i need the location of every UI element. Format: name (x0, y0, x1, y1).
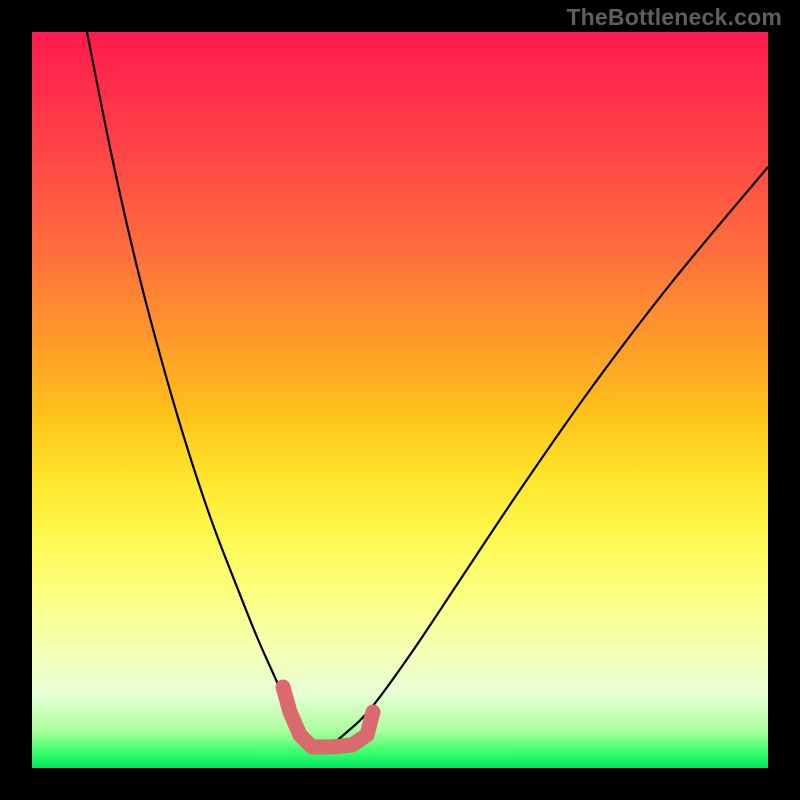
watermark-text: TheBottleneck.com (566, 4, 782, 31)
optimal-marker (283, 687, 373, 747)
marker-layer (32, 32, 768, 768)
chart-frame: TheBottleneck.com (0, 0, 800, 800)
plot-area (32, 32, 768, 768)
